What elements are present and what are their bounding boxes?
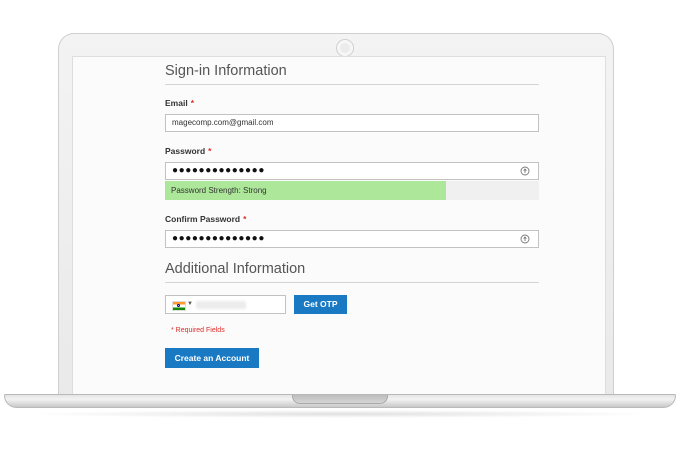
password-field[interactable]: ●●●●●●●●●●●●●● (165, 162, 539, 180)
email-label: Email * (165, 98, 194, 108)
required-fields-note: * Required Fields (171, 327, 225, 334)
password-label: Password * (165, 146, 212, 156)
email-field[interactable]: magecomp.com@gmail.com (165, 114, 539, 132)
required-asterisk: * (243, 214, 247, 224)
required-asterisk: * (208, 146, 212, 156)
confirm-password-masked-value: ●●●●●●●●●●●●●● (172, 233, 265, 244)
laptop-shadow (20, 410, 660, 418)
laptop-hinge-notch (292, 395, 388, 404)
registration-form: Sign-in Information Email * magecomp.com@… (73, 57, 605, 395)
confirm-password-field[interactable]: ●●●●●●●●●●●●●● (165, 230, 539, 248)
section-divider (165, 84, 539, 85)
password-strength-meter: Password Strength: Strong (165, 181, 539, 200)
webcam-icon (337, 40, 353, 56)
additional-section-title: Additional Information (165, 261, 306, 277)
india-flag-icon[interactable] (172, 301, 186, 311)
password-masked-value: ●●●●●●●●●●●●●● (172, 165, 265, 176)
create-account-button[interactable]: Create an Account (165, 348, 259, 368)
chevron-down-icon[interactable]: ▼ (187, 301, 193, 307)
required-asterisk: * (190, 98, 194, 108)
show-password-icon[interactable] (520, 234, 530, 244)
password-strength-text: Password Strength: Strong (171, 186, 267, 195)
signin-section-title: Sign-in Information (165, 63, 287, 79)
laptop-screen: Sign-in Information Email * magecomp.com@… (72, 56, 606, 396)
section-divider (165, 282, 539, 283)
get-otp-button[interactable]: Get OTP (294, 295, 347, 314)
phone-number-value (196, 301, 246, 309)
show-password-icon[interactable] (520, 166, 530, 176)
confirm-password-label: Confirm Password * (165, 214, 247, 224)
phone-number-field[interactable]: ▼ (165, 295, 286, 314)
